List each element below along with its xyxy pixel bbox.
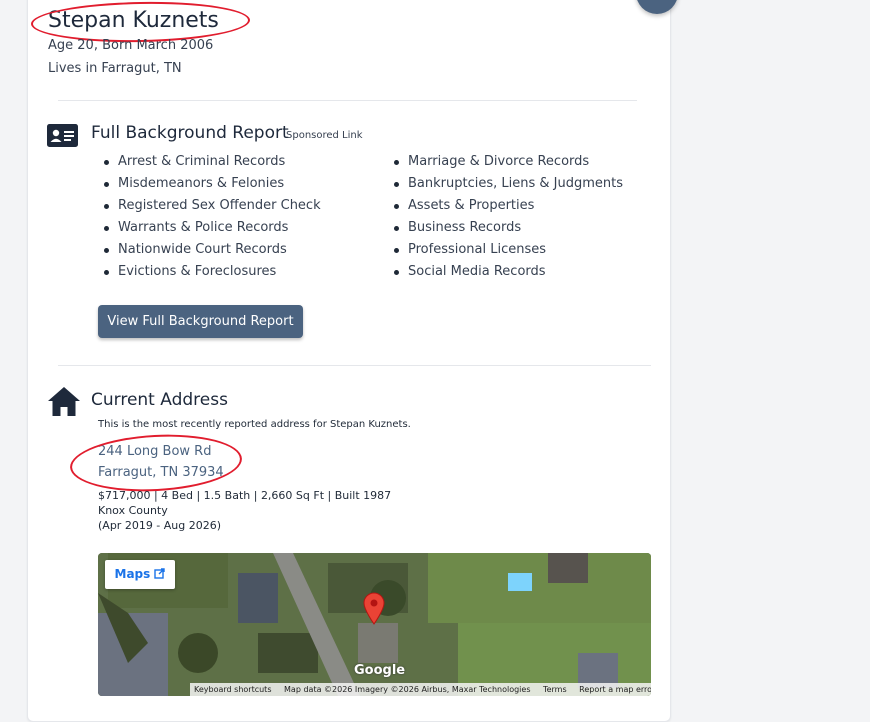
person-name: Stepan Kuznets bbox=[48, 8, 219, 33]
list-item: Business Records bbox=[390, 217, 623, 239]
id-card-icon bbox=[47, 124, 78, 147]
list-item: Bankruptcies, Liens & Judgments bbox=[390, 173, 623, 195]
divider bbox=[58, 100, 637, 101]
divider bbox=[58, 365, 651, 366]
background-report-title: Full Background Report bbox=[91, 123, 289, 143]
list-item: Registered Sex Offender Check bbox=[100, 195, 321, 217]
property-details: $717,000 | 4 Bed | 1.5 Bath | 2,660 Sq F… bbox=[98, 489, 392, 502]
age-born: Age 20, Born March 2006 bbox=[48, 38, 214, 53]
list-item: Warrants & Police Records bbox=[100, 217, 321, 239]
list-item: Nationwide Court Records bbox=[100, 239, 321, 261]
map-attribution-bar: Keyboard shortcuts Map data ©2026 Imager… bbox=[190, 683, 651, 696]
maps-button-label: Maps bbox=[114, 567, 151, 581]
county: Knox County bbox=[98, 504, 168, 517]
map-pin-icon bbox=[363, 592, 385, 625]
report-map-error-link[interactable]: Report a map error bbox=[579, 685, 651, 694]
current-address-title: Current Address bbox=[91, 390, 228, 410]
list-item: Marriage & Divorce Records bbox=[390, 151, 623, 173]
google-logo: Google bbox=[354, 663, 406, 678]
house-icon bbox=[48, 387, 80, 416]
list-item: Assets & Properties bbox=[390, 195, 623, 217]
keyboard-shortcuts-link[interactable]: Keyboard shortcuts bbox=[194, 685, 271, 694]
address-street-link[interactable]: 244 Long Bow Rd bbox=[98, 444, 211, 459]
list-item: Professional Licenses bbox=[390, 239, 623, 261]
report-items-right: Marriage & Divorce Records Bankruptcies,… bbox=[390, 151, 623, 283]
address-city-link[interactable]: Farragut, TN 37934 bbox=[98, 465, 224, 480]
open-in-maps-button[interactable]: Maps bbox=[105, 560, 175, 589]
lives-in: Lives in Farragut, TN bbox=[48, 61, 182, 76]
list-item: Evictions & Foreclosures bbox=[100, 261, 321, 283]
external-link-icon bbox=[154, 568, 166, 579]
terms-link[interactable]: Terms bbox=[543, 685, 567, 694]
list-item: Misdemeanors & Felonies bbox=[100, 173, 321, 195]
sponsored-link-label: Sponsored Link bbox=[286, 130, 363, 141]
map-data-attribution: Map data ©2026 Imagery ©2026 Airbus, Max… bbox=[284, 685, 531, 694]
map-view[interactable]: Maps Google Keyboard shortcuts Map data … bbox=[98, 553, 651, 696]
date-range: (Apr 2019 - Aug 2026) bbox=[98, 519, 222, 532]
report-items-left: Arrest & Criminal Records Misdemeanors &… bbox=[100, 151, 321, 283]
list-item: Arrest & Criminal Records bbox=[100, 151, 321, 173]
view-full-background-report-button[interactable]: View Full Background Report bbox=[98, 305, 303, 338]
list-item: Social Media Records bbox=[390, 261, 623, 283]
address-description: This is the most recently reported addre… bbox=[98, 419, 411, 430]
